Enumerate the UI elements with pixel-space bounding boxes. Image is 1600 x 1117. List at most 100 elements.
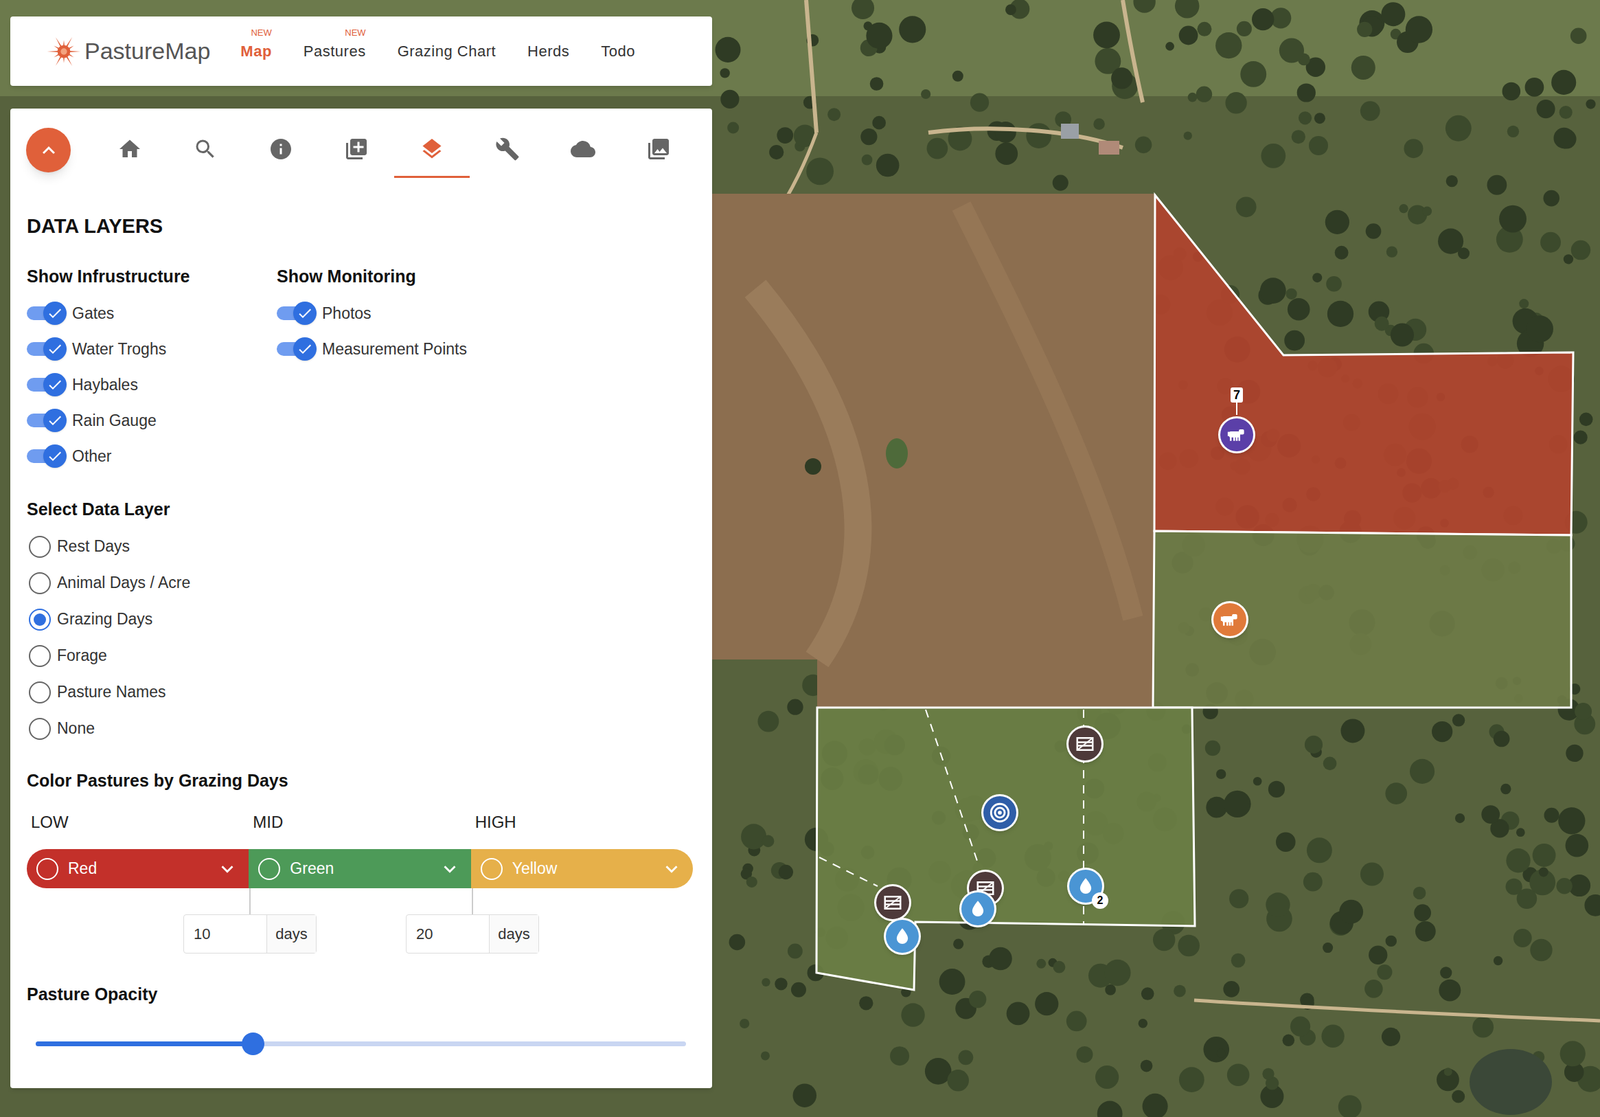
layers-icon <box>419 136 445 162</box>
toggle-row[interactable]: Water Troghs <box>26 330 277 367</box>
check-icon <box>46 304 64 322</box>
radio-option[interactable]: Forage <box>26 637 696 674</box>
radio-option[interactable]: Pasture Names <box>26 673 696 711</box>
toolbar-tab[interactable] <box>469 122 546 178</box>
check-icon <box>46 412 64 429</box>
water-pin[interactable] <box>959 889 997 928</box>
chevron-down-icon <box>438 856 462 881</box>
toggle-switch[interactable] <box>26 372 67 397</box>
pasture-area[interactable] <box>1154 195 1574 535</box>
search-icon <box>192 136 218 162</box>
data-layer-title: Select Data Layer <box>26 498 696 520</box>
herd-count-badge: 7 <box>1230 387 1243 403</box>
slider-thumb[interactable] <box>241 1032 265 1055</box>
check-icon <box>296 340 314 358</box>
chevron-down-icon <box>659 856 684 881</box>
nav-item[interactable]: Grazing Chart <box>397 39 496 63</box>
toggle-label: Other <box>72 444 112 469</box>
toolbar-tab[interactable] <box>92 122 168 178</box>
panel-title: DATA LAYERS <box>26 213 696 239</box>
cow-icon <box>1219 609 1241 630</box>
water-pin[interactable]: 2 <box>1067 867 1105 905</box>
gate-icon <box>1074 733 1096 754</box>
toggle-label: Photos <box>322 301 372 326</box>
level-label: MID <box>248 812 471 832</box>
new-badge: NEW <box>250 28 272 38</box>
toggle-row[interactable]: Rain Gauge <box>26 402 277 439</box>
toolbar-tab[interactable] <box>167 122 244 178</box>
toggle-label: Measurement Points <box>322 337 467 362</box>
cow-icon <box>1226 424 1248 445</box>
toggle-label: Gates <box>72 301 114 326</box>
threshold-unit: days <box>488 914 539 953</box>
toggle-switch[interactable] <box>26 301 67 325</box>
gate-pin[interactable] <box>874 883 912 921</box>
toolbar-tab[interactable] <box>243 122 319 178</box>
panel-toolbar <box>10 108 713 178</box>
app: 7 2 PastureMap NEWMap NEWPastures Grazing Cha… <box>0 0 1600 1117</box>
toggle-row[interactable]: Photos <box>276 295 467 331</box>
check-icon <box>46 376 64 393</box>
home-icon <box>117 136 143 162</box>
color-dropdown[interactable]: Yellow <box>471 848 693 888</box>
water-drop-icon <box>892 926 912 946</box>
water-drop-icon <box>1076 876 1096 896</box>
toolbar-tab[interactable] <box>318 122 395 178</box>
threshold-unit: days <box>266 914 316 953</box>
check-icon <box>296 304 314 322</box>
radio-option[interactable]: None <box>26 710 696 747</box>
toggle-switch[interactable] <box>276 301 317 325</box>
logo[interactable]: PastureMap <box>44 32 211 71</box>
color-dropdown[interactable]: Red <box>26 848 249 888</box>
toggle-label: Haybales <box>72 372 139 397</box>
check-icon <box>46 447 64 465</box>
opacity-slider[interactable] <box>35 1032 687 1055</box>
nav-item[interactable]: Herds <box>527 39 570 63</box>
collapse-button[interactable] <box>26 127 71 173</box>
water-drop-icon <box>968 898 988 919</box>
toolbar-tab[interactable] <box>394 122 470 178</box>
target-icon <box>988 800 1012 825</box>
top-nav: PastureMap NEWMap NEWPastures Grazing Chart… <box>10 16 713 86</box>
monitoring-group: Show MonitoringPhotosMeasurement Points <box>276 265 467 474</box>
toggle-row[interactable]: Gates <box>26 295 277 331</box>
herd-pin[interactable] <box>1211 600 1249 638</box>
sun-logo-icon <box>44 32 84 71</box>
level-label: HIGH <box>471 812 693 832</box>
color-dropdown[interactable]: Green <box>248 848 471 888</box>
threshold-field: 10days <box>183 887 317 954</box>
gate-icon <box>882 892 904 913</box>
toggle-switch[interactable] <box>26 337 67 361</box>
toggle-switch[interactable] <box>26 444 67 468</box>
level-label: LOW <box>26 812 249 832</box>
threshold-input[interactable]: 20 <box>406 914 489 953</box>
toggle-switch[interactable] <box>276 337 317 361</box>
toggle-row[interactable]: Measurement Points <box>276 330 467 367</box>
count-badge: 2 <box>1091 892 1109 909</box>
radio-option[interactable]: Rest Days <box>26 528 696 565</box>
toggle-switch[interactable] <box>26 408 67 432</box>
gate-pin[interactable] <box>1066 725 1104 763</box>
radio-option[interactable]: Animal Days / Acre <box>26 564 696 601</box>
toolbar-tab[interactable] <box>545 122 621 178</box>
pasture-area[interactable] <box>1152 530 1572 708</box>
toggle-label: Water Troghs <box>72 337 167 362</box>
measurement-pin[interactable] <box>981 793 1019 831</box>
pasture-area[interactable] <box>816 707 1195 990</box>
info-icon <box>268 136 294 162</box>
color-scale-title: Color Pastures by Grazing Days <box>26 769 696 791</box>
chevron-down-icon <box>215 856 239 881</box>
radio-option[interactable]: Grazing Days <box>26 600 696 638</box>
herd-pin[interactable]: 7 <box>1218 416 1256 454</box>
toggle-row[interactable]: Other <box>26 438 277 474</box>
nav-item[interactable]: Todo <box>600 39 636 63</box>
water-pin[interactable] <box>883 917 921 955</box>
nav-item[interactable]: NEWMap <box>240 39 272 63</box>
toolbar-tab[interactable] <box>620 122 697 178</box>
infrastructure-group: Show InfrustructureGatesWater TroghsHayb… <box>26 265 277 474</box>
nav-item[interactable]: NEWPastures <box>303 39 367 63</box>
opacity-title: Pasture Opacity <box>26 983 696 1004</box>
toggle-row[interactable]: Haybales <box>26 366 277 403</box>
check-icon <box>46 340 64 358</box>
threshold-input[interactable]: 10 <box>184 914 267 953</box>
